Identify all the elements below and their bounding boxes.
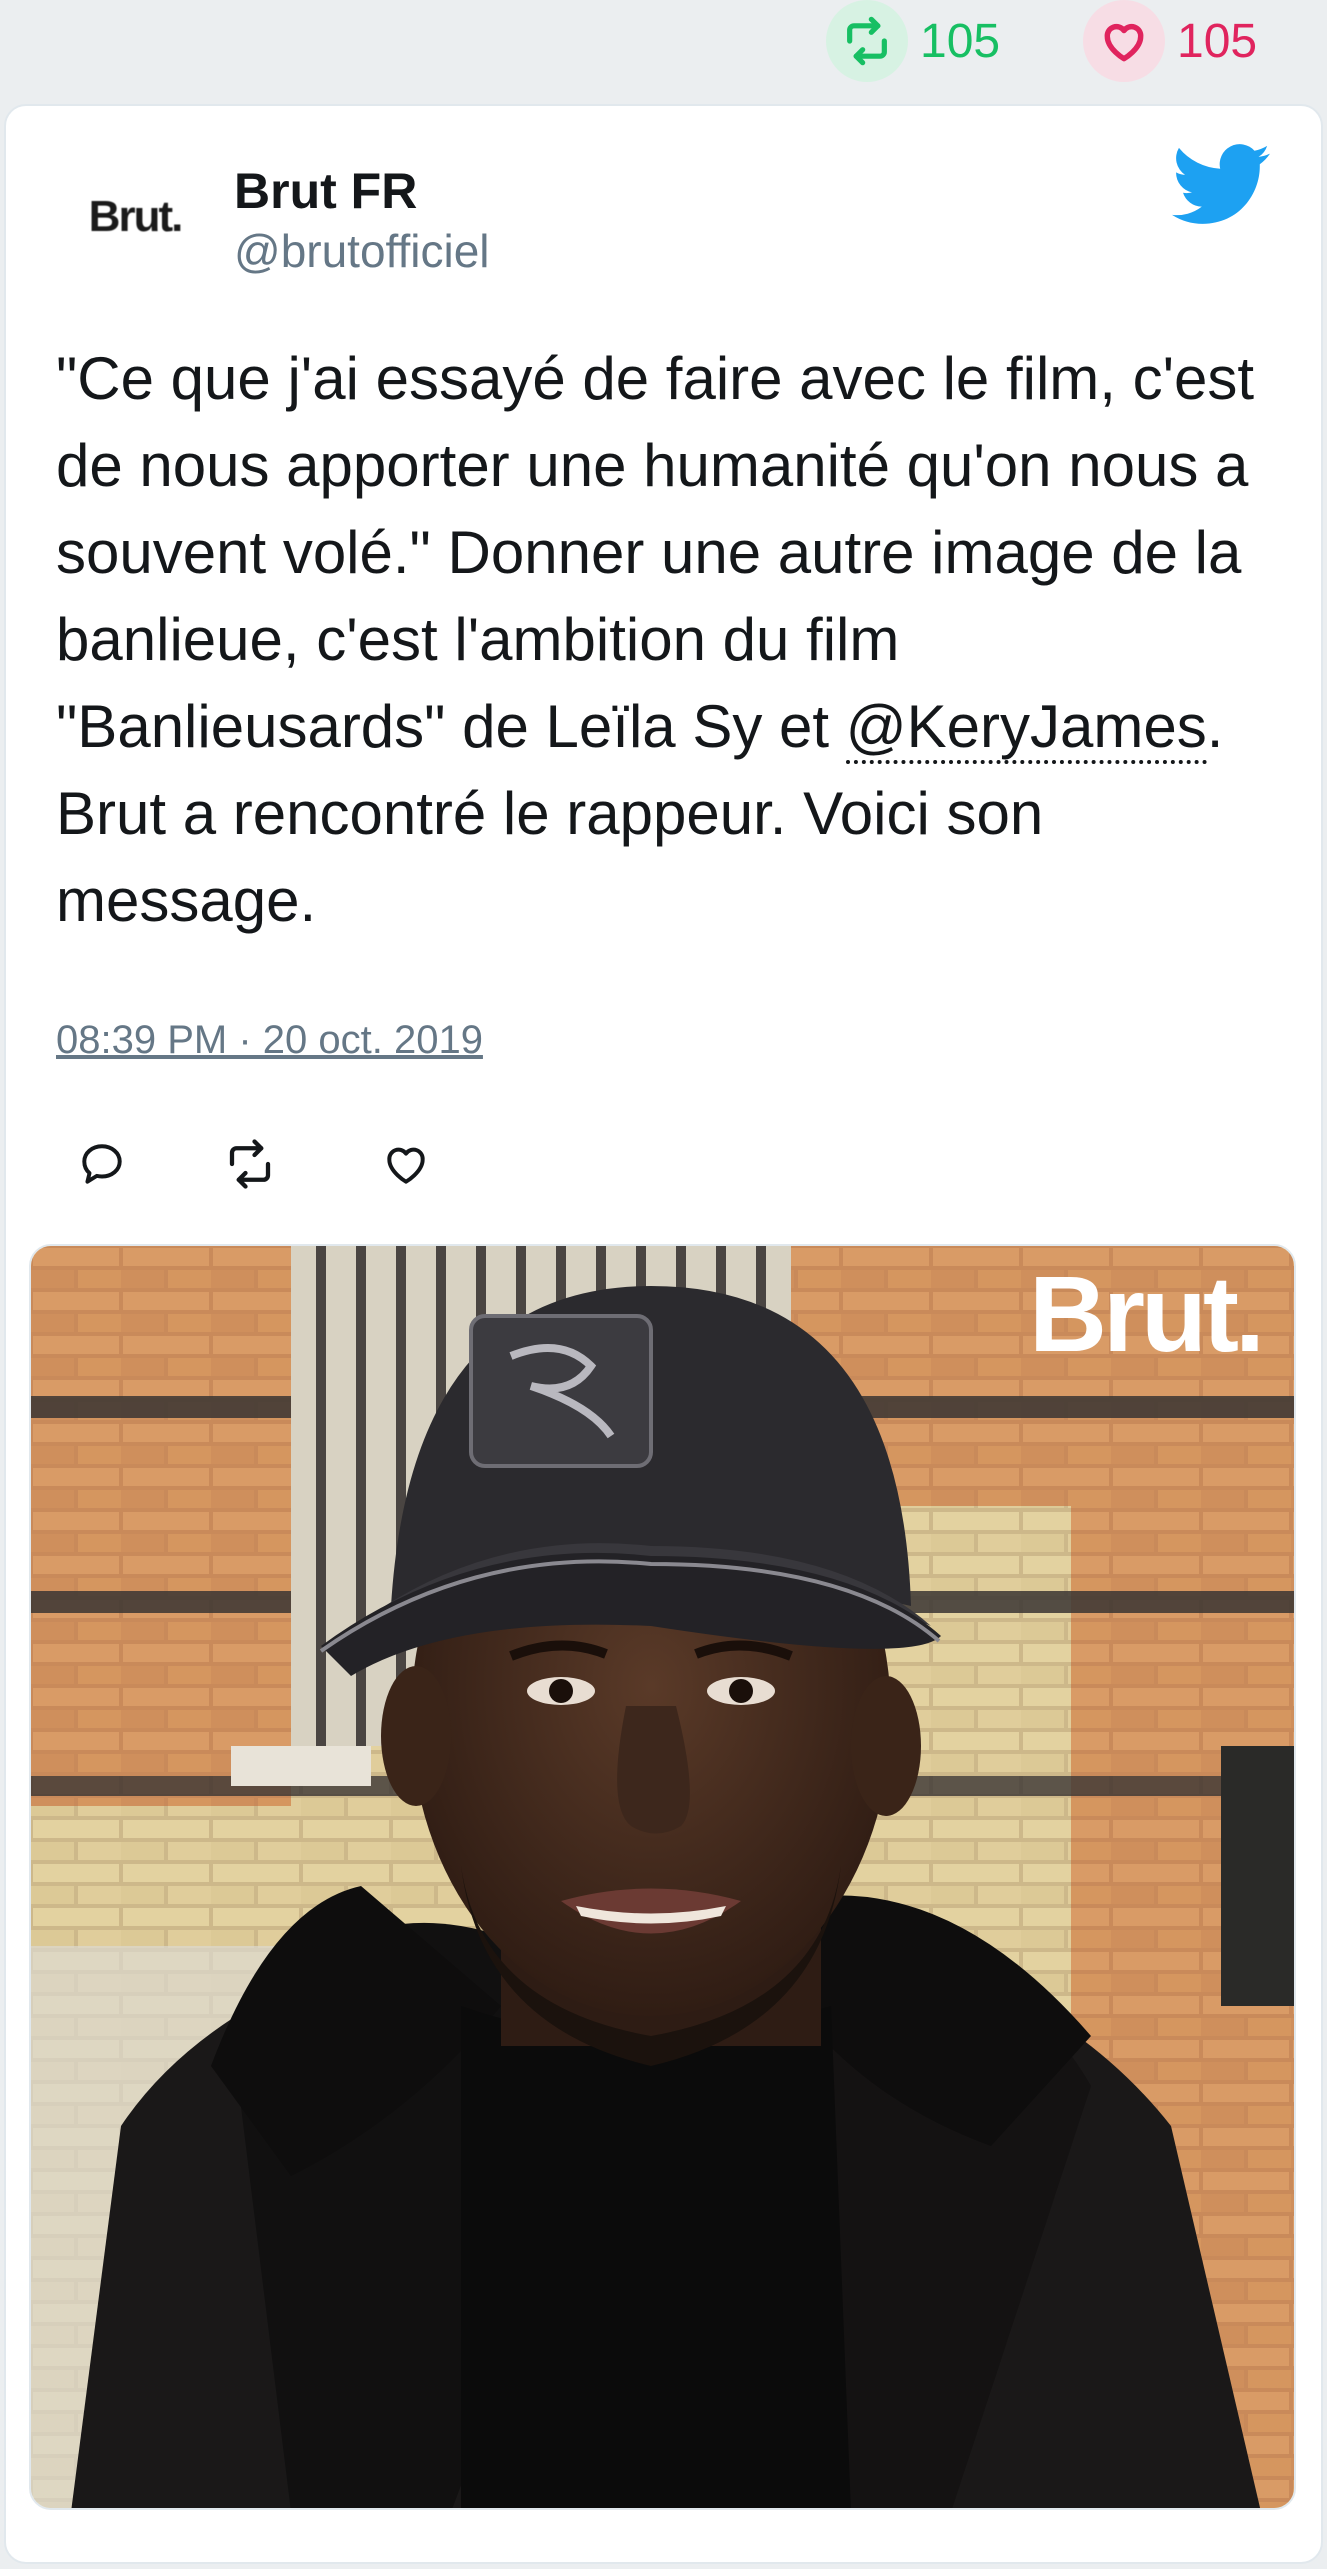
retweet-stat[interactable]: 105 <box>826 0 1000 82</box>
like-button[interactable] <box>376 1134 436 1194</box>
engagement-stats-bar: 105 105 <box>0 0 1327 100</box>
mention-link[interactable]: @KeryJames <box>845 693 1207 764</box>
twitter-bird-icon[interactable] <box>1172 144 1270 224</box>
heart-icon <box>387 1147 425 1184</box>
user-handle[interactable]: @brutofficiel <box>234 224 490 278</box>
tweet-text: "Ce que j'ai essayé de faire avec le fil… <box>56 335 1286 944</box>
video-thumbnail: Brut. <box>31 1246 1294 2508</box>
avatar[interactable]: Brut. <box>76 185 194 249</box>
tweet-timestamp[interactable]: 08:39 PM · 20 oct. 2019 <box>56 1018 483 1063</box>
retweet-icon <box>826 0 908 82</box>
reply-button[interactable] <box>72 1134 132 1194</box>
heart-icon <box>1083 0 1165 82</box>
reply-icon <box>82 1144 122 1184</box>
display-name[interactable]: Brut FR <box>234 162 417 220</box>
media-watermark: Brut. <box>1029 1253 1261 1374</box>
tweet-media-video[interactable]: Brut. <box>29 1244 1296 2510</box>
like-stat[interactable]: 105 <box>1083 0 1257 82</box>
retweet-count: 105 <box>920 14 1001 68</box>
like-count: 105 <box>1177 14 1258 68</box>
retweet-icon <box>229 1139 271 1189</box>
retweet-button[interactable] <box>220 1134 280 1194</box>
